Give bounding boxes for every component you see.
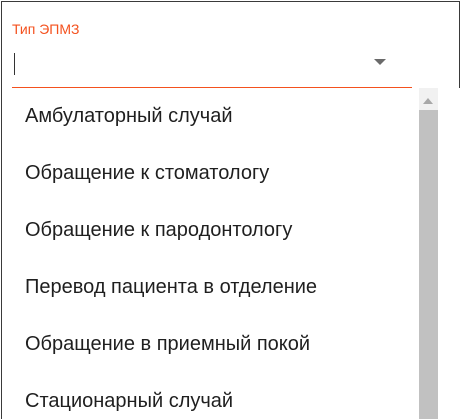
epmz-type-field[interactable]: Тип ЭПМЗ	[12, 19, 412, 89]
option-inpatient-case[interactable]: Стационарный случай	[11, 373, 419, 419]
field-label: Тип ЭПМЗ	[12, 21, 80, 37]
option-ambulatory-case[interactable]: Амбулаторный случай	[11, 88, 419, 144]
option-periodontist-visit[interactable]: Обращение к пародонтологу	[11, 202, 419, 258]
option-dentist-visit[interactable]: Обращение к стоматологу	[11, 145, 419, 201]
option-patient-transfer[interactable]: Перевод пациента в отделение	[11, 259, 419, 315]
epmz-type-input[interactable]	[12, 48, 412, 88]
text-cursor	[14, 53, 15, 75]
options-list: Амбулаторный случай Обращение к стоматол…	[11, 88, 460, 419]
scroll-thumb[interactable]	[419, 110, 438, 419]
scroll-up-arrow-icon[interactable]	[423, 98, 433, 104]
options-scrollbar[interactable]	[419, 88, 438, 419]
option-emergency-room[interactable]: Обращение в приемный покой	[11, 316, 419, 372]
dropdown-arrow-icon[interactable]	[374, 59, 386, 65]
